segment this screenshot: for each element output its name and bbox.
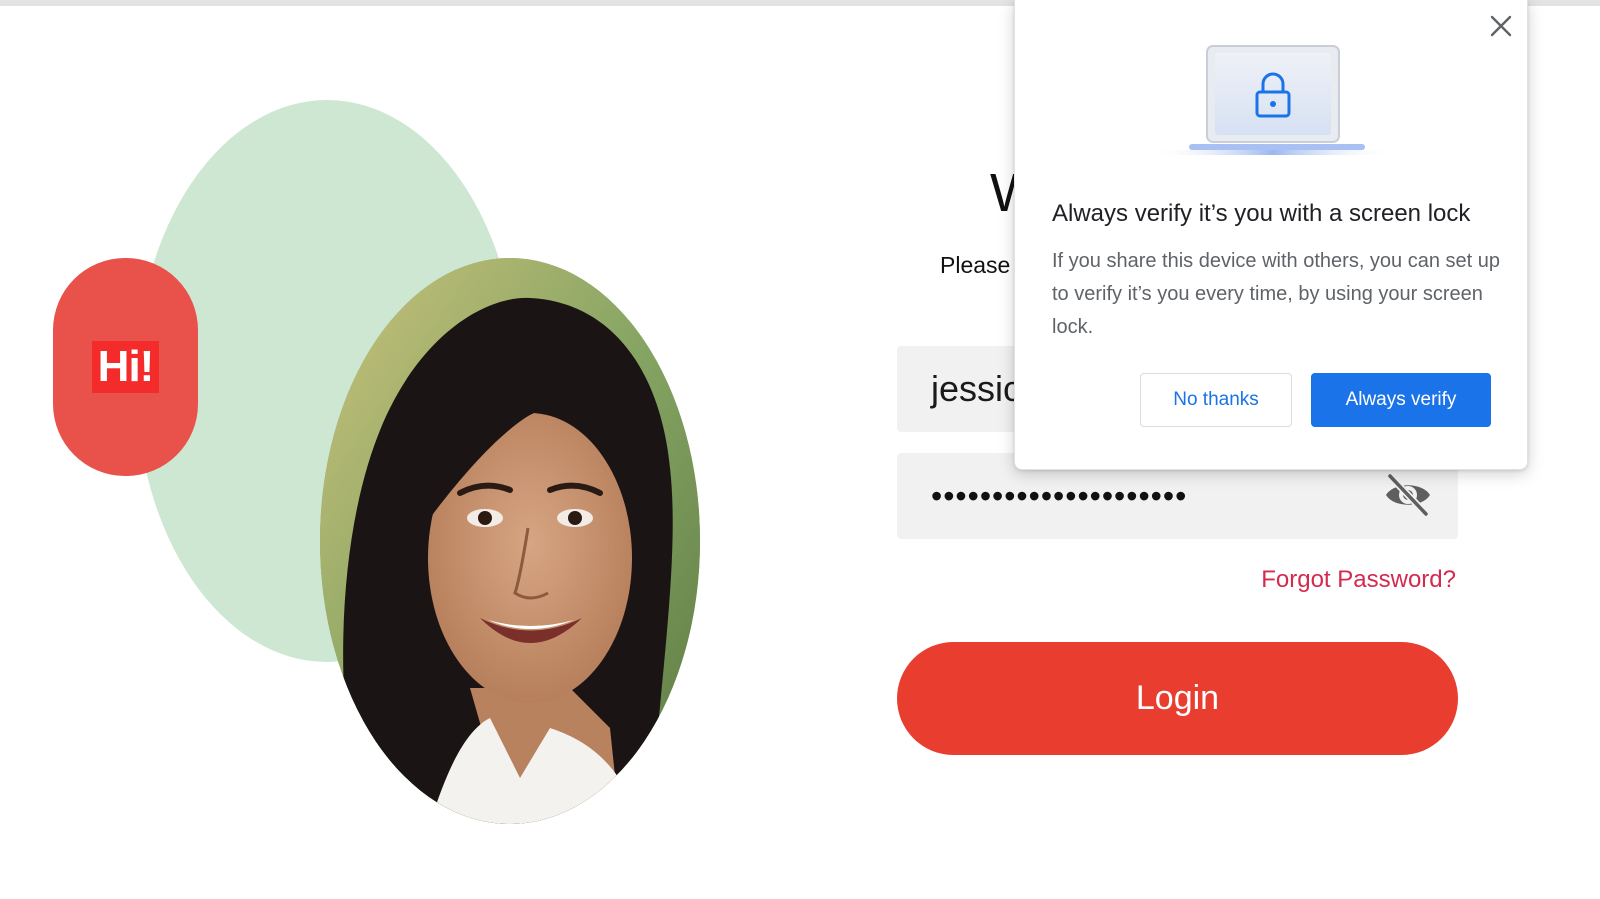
verify-screen-lock-dialog: Always verify it’s you with a screen loc… (1014, 0, 1528, 470)
dialog-title: Always verify it’s you with a screen loc… (1052, 200, 1471, 227)
welcome-subtitle: Please (940, 252, 1011, 278)
login-button[interactable]: Login (897, 642, 1458, 755)
password-value: ••••••••••••••••••••• (931, 477, 1188, 514)
greeting-text: Hi! (91, 341, 160, 393)
dialog-body: If you share this device with others, yo… (1052, 250, 1501, 338)
forgot-password-link[interactable]: Forgot Password? (1261, 566, 1456, 594)
username-value: jessic (931, 368, 1022, 409)
portrait-image (320, 258, 700, 824)
user-portrait-photo (320, 258, 700, 824)
always-verify-button[interactable]: Always verify (1311, 373, 1491, 427)
eye-slash-icon[interactable] (1382, 472, 1434, 518)
laptop-lock-illustration (1151, 44, 1395, 162)
close-icon[interactable] (1487, 12, 1515, 40)
greeting-bubble: Hi! (53, 258, 198, 476)
hero-illustration: Hi! (0, 0, 760, 899)
no-thanks-button[interactable]: No thanks (1140, 373, 1292, 427)
